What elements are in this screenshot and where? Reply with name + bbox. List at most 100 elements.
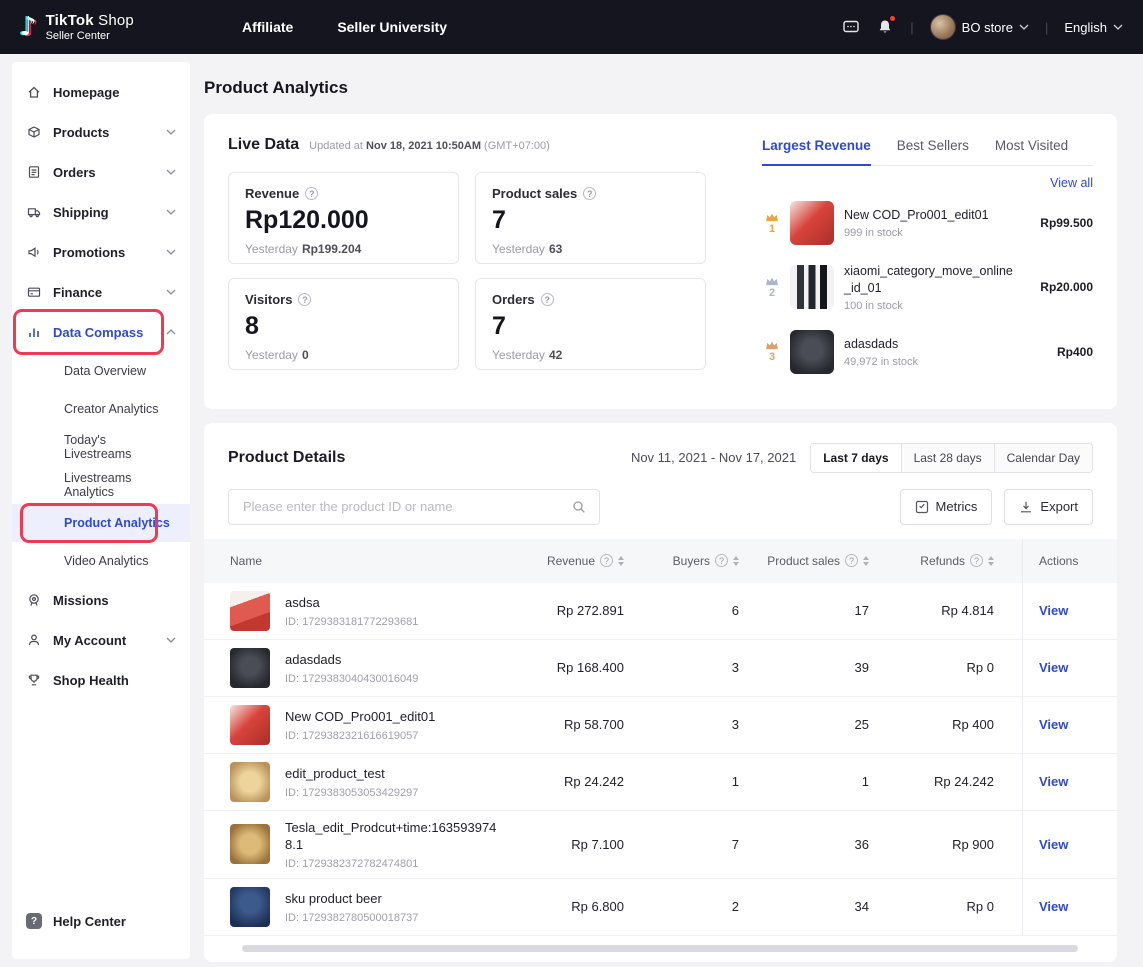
tab-largest-revenue[interactable]: Largest Revenue <box>762 138 871 166</box>
store-avatar <box>930 14 956 40</box>
product-thumbnail <box>230 762 270 802</box>
question-circle-icon[interactable]: ? <box>298 293 311 306</box>
nav-affiliate[interactable]: Affiliate <box>242 19 293 35</box>
range-calendar-day[interactable]: Calendar Day <box>994 444 1092 472</box>
ranking-item[interactable]: 3 adasdads49,972 in stock Rp400 <box>762 321 1093 383</box>
nav-seller-university[interactable]: Seller University <box>337 19 447 35</box>
cell-revenue: Rp 24.242 <box>512 754 652 810</box>
tab-most-visited[interactable]: Most Visited <box>995 138 1068 165</box>
sidebar-subitem-livestreams-analytics[interactable]: Livestreams Analytics <box>12 466 190 504</box>
cell-buyers: 3 <box>652 697 767 753</box>
sort-icon[interactable] <box>988 556 994 566</box>
megaphone-icon <box>26 244 42 260</box>
sidebar-item-shop-health[interactable]: Shop Health <box>12 660 190 700</box>
sidebar-item-homepage[interactable]: Homepage <box>12 72 190 112</box>
table-header: Name Revenue? Buyers? Product sales? Ref… <box>204 539 1117 583</box>
sidebar-item-help-center[interactable]: ? Help Center <box>12 901 190 941</box>
search-input[interactable] <box>241 498 571 515</box>
cell-refunds: Rp 400 <box>897 697 1022 753</box>
header-buyers: Buyers? <box>652 539 767 583</box>
ranking-item[interactable]: 2 xiaomi_category_move_online_id_01100 i… <box>762 254 1093 321</box>
question-circle-icon[interactable]: ? <box>583 187 596 200</box>
view-link[interactable]: View <box>1039 899 1068 914</box>
bell-icon[interactable] <box>876 18 894 36</box>
cell-product-sales: 36 <box>767 811 897 878</box>
range-last-28-days[interactable]: Last 28 days <box>901 444 994 472</box>
tab-best-sellers[interactable]: Best Sellers <box>897 138 969 165</box>
cell-product-sales: 34 <box>767 879 897 935</box>
sidebar-item-label: Products <box>53 125 109 140</box>
sidebar-subitem-todays-livestreams[interactable]: Today's Livestreams <box>12 428 190 466</box>
ranking-item[interactable]: 1 New COD_Pro001_edit01999 in stock Rp99… <box>762 192 1093 254</box>
question-circle-icon[interactable]: ? <box>970 554 983 567</box>
question-circle-icon[interactable]: ? <box>715 554 728 567</box>
cell-refunds: Rp 24.242 <box>897 754 1022 810</box>
question-circle-icon[interactable]: ? <box>845 554 858 567</box>
product-amount: Rp99.500 <box>1032 216 1093 230</box>
product-amount: Rp400 <box>1049 345 1093 359</box>
store-menu[interactable]: BO store <box>930 14 1029 40</box>
chevron-down-icon <box>166 249 176 255</box>
yesterday-label: Yesterday <box>492 242 545 256</box>
sort-icon[interactable] <box>618 556 624 566</box>
view-link[interactable]: View <box>1039 717 1068 732</box>
cell-buyers: 7 <box>652 811 767 878</box>
sidebar-subitem-video-analytics[interactable]: Video Analytics <box>12 542 190 580</box>
sidebar-subitem-label: Today's Livestreams <box>64 433 176 461</box>
yesterday-label: Yesterday <box>245 242 298 256</box>
sidebar-item-orders[interactable]: Orders <box>12 152 190 192</box>
download-icon <box>1019 500 1033 514</box>
header-revenue: Revenue? <box>512 539 652 583</box>
product-name: edit_product_test <box>285 765 418 783</box>
search-icon[interactable] <box>571 499 587 515</box>
sidebar-item-missions[interactable]: Missions <box>12 580 190 620</box>
sidebar-subitem-data-overview[interactable]: Data Overview <box>12 352 190 390</box>
chevron-down-icon <box>166 289 176 295</box>
metric-orders: Orders? 7 Yesterday42 <box>475 278 706 370</box>
horizontal-scrollbar[interactable] <box>242 945 1078 952</box>
sidebar-item-finance[interactable]: Finance <box>12 272 190 312</box>
sidebar-item-my-account[interactable]: My Account <box>12 620 190 660</box>
brand-logo[interactable]: ♪ TikTok Shop Seller Center <box>20 12 134 42</box>
view-link[interactable]: View <box>1039 660 1068 675</box>
chat-icon[interactable] <box>842 18 860 36</box>
cell-product-sales: 25 <box>767 697 897 753</box>
range-last-7-days[interactable]: Last 7 days <box>811 444 900 472</box>
question-circle-icon[interactable]: ? <box>541 293 554 306</box>
product-thumbnail <box>790 330 834 374</box>
sidebar-item-products[interactable]: Products <box>12 112 190 152</box>
sidebar-item-promotions[interactable]: Promotions <box>12 232 190 272</box>
sidebar-item-label: Shipping <box>53 205 109 220</box>
cell-revenue: Rp 7.100 <box>512 811 652 878</box>
product-thumbnail <box>230 824 270 864</box>
box-icon <box>26 124 42 140</box>
question-circle-icon[interactable]: ? <box>305 187 318 200</box>
cell-refunds: Rp 900 <box>897 811 1022 878</box>
metrics-button[interactable]: Metrics <box>900 489 993 525</box>
language-menu[interactable]: English <box>1064 20 1123 35</box>
sidebar-subitem-product-analytics[interactable]: Product Analytics <box>12 504 190 542</box>
notification-dot <box>889 15 896 22</box>
sort-icon[interactable] <box>863 556 869 566</box>
sort-icon[interactable] <box>733 556 739 566</box>
cell-refunds: Rp 0 <box>897 879 1022 935</box>
product-name: adasdads <box>285 651 418 669</box>
cell-product-sales: 39 <box>767 640 897 696</box>
orders-icon <box>26 164 42 180</box>
table-row: adasdadsID: 1729383040430016049 Rp 168.4… <box>204 640 1117 697</box>
cell-product-sales: 1 <box>767 754 897 810</box>
sidebar-subitem-label: Video Analytics <box>64 554 149 568</box>
view-link[interactable]: View <box>1039 603 1068 618</box>
sidebar-item-data-compass[interactable]: Data Compass <box>12 312 190 352</box>
export-button[interactable]: Export <box>1004 489 1093 525</box>
view-link[interactable]: View <box>1039 837 1068 852</box>
sidebar-subitem-creator-analytics[interactable]: Creator Analytics <box>12 390 190 428</box>
sidebar-item-shipping[interactable]: Shipping <box>12 192 190 232</box>
table-row: New COD_Pro001_edit01ID: 172938232161661… <box>204 697 1117 754</box>
chevron-down-icon <box>166 637 176 643</box>
cell-product-sales: 17 <box>767 583 897 639</box>
view-all-link[interactable]: View all <box>762 176 1093 190</box>
question-circle-icon[interactable]: ? <box>600 554 613 567</box>
sidebar-item-label: Data Compass <box>53 325 143 340</box>
view-link[interactable]: View <box>1039 774 1068 789</box>
